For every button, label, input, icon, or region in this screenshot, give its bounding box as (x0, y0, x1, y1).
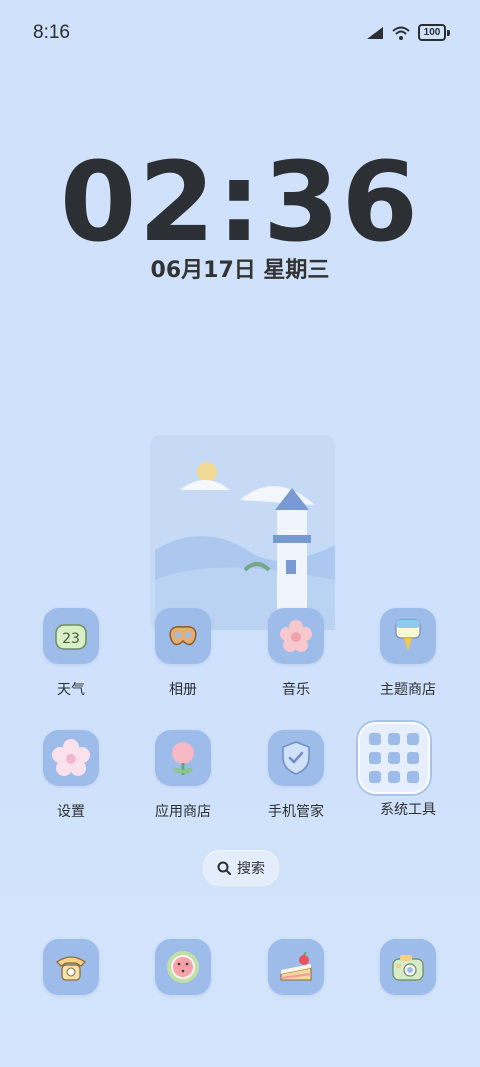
dock-camera[interactable] (358, 939, 458, 995)
battery-tip (447, 29, 450, 36)
daisy-icon (43, 730, 99, 786)
app-weather[interactable]: 23 天气 (21, 608, 121, 699)
status-time: 8:16 (33, 22, 70, 43)
weather-icon: 23 (43, 608, 99, 664)
clock-widget-date: 06月17日 星期三 (150, 258, 330, 283)
flower-icon (268, 608, 324, 664)
app-label: 设置 (57, 803, 85, 819)
app-label: 应用商店 (155, 803, 211, 819)
app-settings[interactable]: 设置 (21, 730, 121, 821)
app-label: 天气 (57, 681, 85, 697)
app-gallery[interactable]: 相册 (133, 608, 233, 699)
folder-system-tools[interactable]: 系统工具 (358, 722, 458, 819)
pretzel-icon (155, 608, 211, 664)
app-label: 系统工具 (380, 801, 436, 817)
wifi-icon (392, 26, 410, 40)
search-label: 搜索 (237, 860, 265, 876)
app-app-store[interactable]: 应用商店 (133, 730, 233, 821)
signal-icon (367, 26, 383, 39)
dock-phone[interactable] (21, 939, 121, 995)
battery-level: 100 (418, 24, 446, 41)
folder-grid-icon (358, 722, 430, 794)
shield-icon (268, 730, 324, 786)
tulip-icon (155, 730, 211, 786)
app-label: 手机管家 (268, 803, 324, 819)
status-icons: 100 (366, 24, 450, 41)
app-music[interactable]: 音乐 (246, 608, 346, 699)
app-label: 相册 (169, 681, 197, 697)
popsicle-icon (380, 608, 436, 664)
app-label: 主题商店 (380, 681, 436, 697)
battery-indicator: 100 (418, 24, 450, 41)
status-bar: 8:16 100 (0, 0, 480, 68)
app-theme-store[interactable]: 主题商店 (358, 608, 458, 699)
telephone-icon (43, 939, 99, 995)
dock-cake-app[interactable] (246, 939, 346, 995)
search-button[interactable]: 搜索 (203, 850, 279, 886)
app-label: 音乐 (282, 681, 310, 697)
watermelon-icon (155, 939, 211, 995)
svg-text:23: 23 (62, 631, 80, 647)
dock-watermelon-app[interactable] (133, 939, 233, 995)
app-phone-manager[interactable]: 手机管家 (246, 730, 346, 821)
cake-icon (268, 939, 324, 995)
clock-widget-time[interactable]: 02:36 (0, 138, 480, 266)
search-icon (217, 861, 231, 875)
camera-icon (380, 939, 436, 995)
